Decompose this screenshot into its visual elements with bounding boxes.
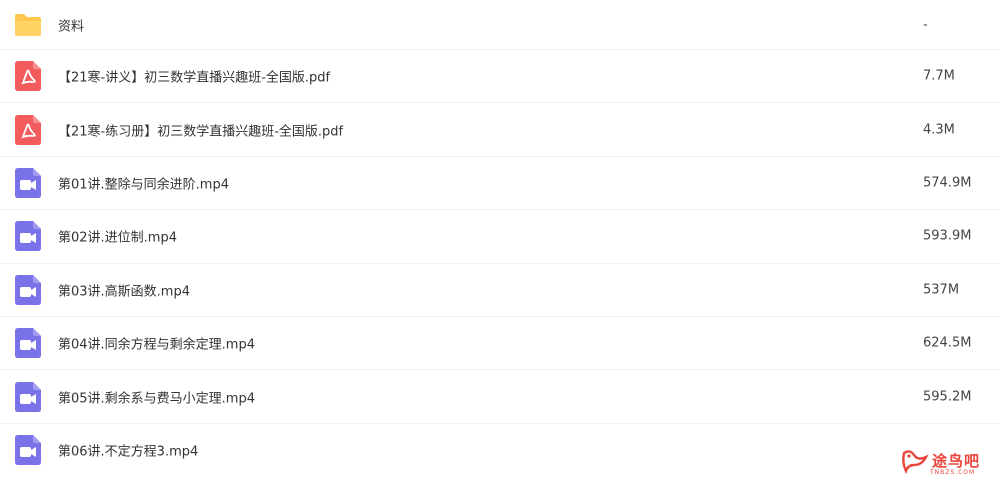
file-name: 第05讲.剩余系与费马小定理.mp4: [58, 391, 255, 407]
file-name: 第01讲.整除与同余进阶.mp4: [58, 177, 229, 193]
file-size: 595.2M: [923, 389, 972, 405]
watermark-subtext: TNBZS.COM: [930, 468, 976, 476]
file-size: 593.9M: [923, 228, 972, 244]
file-size: 537M: [923, 282, 960, 298]
file-name: 第02讲.进位制.mp4: [58, 230, 177, 246]
file-row-video[interactable]: 第01讲.整除与同余进阶.mp4 574.9M: [0, 157, 1000, 211]
file-row-video[interactable]: 第05讲.剩余系与费马小定理.mp4 595.2M: [0, 370, 1000, 424]
pdf-icon: [13, 61, 43, 92]
video-icon: [13, 167, 43, 198]
file-row-video[interactable]: 第04讲.同余方程与剩余定理.mp4 624.5M: [0, 317, 1000, 371]
video-icon: [13, 328, 43, 359]
video-icon: [13, 274, 43, 305]
file-row-pdf[interactable]: 【21寒-讲义】初三数学直播兴趣班-全国版.pdf 7.7M: [0, 50, 1000, 104]
file-name: 【21寒-练习册】初三数学直播兴趣班-全国版.pdf: [58, 124, 344, 140]
pdf-icon: [13, 114, 43, 145]
file-row-video[interactable]: 第03讲.高斯函数.mp4 537M: [0, 264, 1000, 317]
watermark-text: 途鸟吧: [932, 451, 981, 470]
watermark-logo: 途鸟吧 TNBZS.COM: [900, 446, 998, 482]
file-size: 4.3M: [923, 122, 955, 138]
folder-icon: [13, 10, 43, 40]
file-size: 624.5M: [923, 335, 972, 351]
file-row-video[interactable]: 第06讲.不定方程3.mp4: [0, 424, 1000, 477]
file-list: 资料 - 【21寒-讲义】初三数学直播兴趣班-全国版.pdf 7.7M 【21寒…: [0, 0, 1000, 477]
file-size: -: [923, 17, 928, 32]
video-icon: [13, 381, 43, 412]
file-name: 第04讲.同余方程与剩余定理.mp4: [58, 337, 255, 353]
file-name: 第03讲.高斯函数.mp4: [58, 284, 190, 300]
file-size: 7.7M: [923, 68, 955, 84]
file-row-folder[interactable]: 资料 -: [0, 0, 1000, 50]
file-row-pdf[interactable]: 【21寒-练习册】初三数学直播兴趣班-全国版.pdf 4.3M: [0, 103, 1000, 157]
video-icon: [13, 221, 43, 252]
file-row-video[interactable]: 第02讲.进位制.mp4 593.9M: [0, 210, 1000, 264]
file-size: 574.9M: [923, 175, 972, 191]
file-name: 【21寒-讲义】初三数学直播兴趣班-全国版.pdf: [58, 70, 331, 86]
file-name: 第06讲.不定方程3.mp4: [58, 444, 199, 460]
file-name: 资料: [58, 19, 85, 34]
bird-logo-icon: [900, 447, 930, 481]
video-icon: [13, 435, 43, 466]
